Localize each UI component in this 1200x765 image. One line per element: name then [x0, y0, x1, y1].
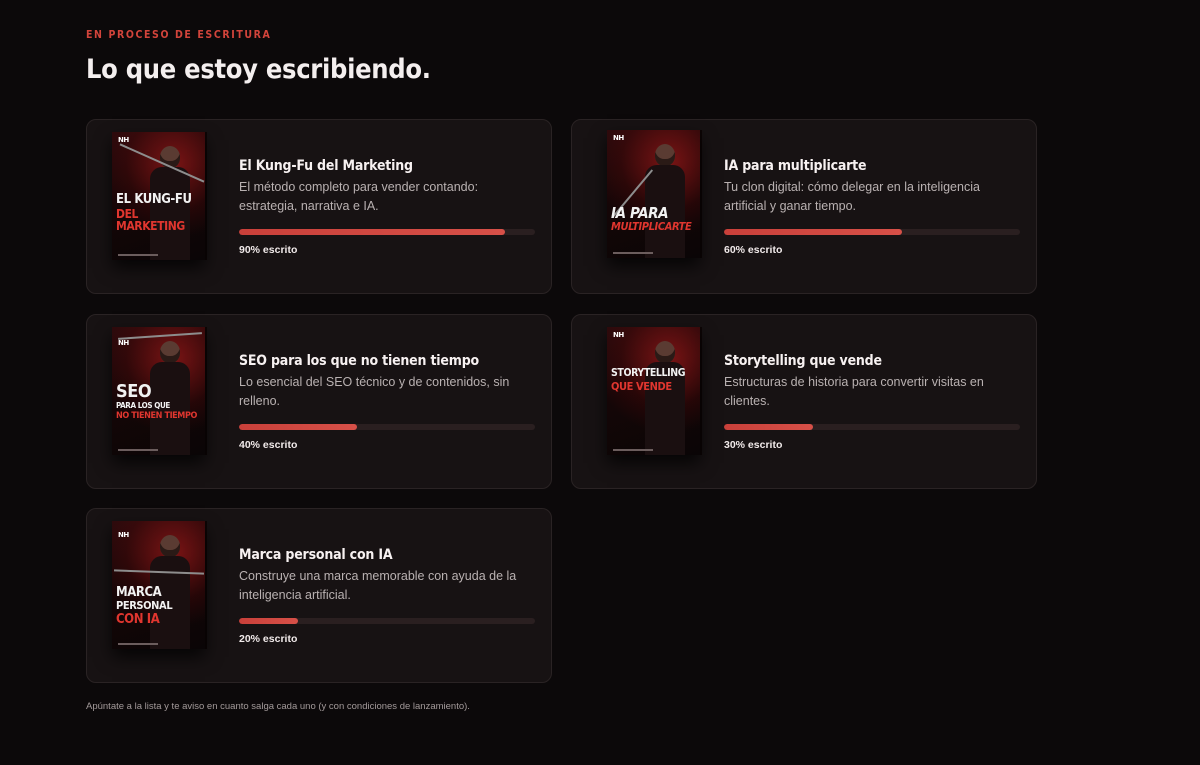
- progress-fill: [724, 424, 813, 430]
- cover-brand-logo: NH: [613, 134, 624, 142]
- cover-brand-logo: NH: [613, 331, 624, 339]
- book-title: SEO para los que no tienen tiempo: [239, 353, 479, 369]
- progress-fill: [239, 618, 299, 624]
- book-card: NH IA PARA MULTIPLICARTE IA para multipl…: [571, 119, 1037, 294]
- book-card: NH STORYTELLING QUE VENDE Storytelling q…: [571, 314, 1037, 489]
- progress-bar: [239, 424, 535, 430]
- cover-brand-logo: NH: [118, 136, 129, 144]
- progress-fill: [724, 229, 902, 235]
- progress-label: 20% escrito: [239, 633, 298, 645]
- section-eyebrow: EN PROCESO DE ESCRITURA: [86, 29, 272, 41]
- book-title: Storytelling que vende: [724, 353, 882, 369]
- section-title: Lo que estoy escribiendo.: [86, 54, 431, 85]
- book-cover-image: NH IA PARA MULTIPLICARTE: [607, 130, 700, 258]
- book-title: IA para multiplicarte: [724, 158, 867, 174]
- cover-brand-logo: NH: [118, 531, 129, 539]
- progress-bar: [239, 229, 535, 235]
- book-cover-image: NH STORYTELLING QUE VENDE: [607, 327, 700, 455]
- book-title: Marca personal con IA: [239, 547, 393, 563]
- book-card: NH MARCA PERSONAL CON IA Marca personal …: [86, 508, 552, 683]
- progress-label: 90% escrito: [239, 244, 298, 256]
- book-title: El Kung-Fu del Marketing: [239, 158, 413, 174]
- book-cover-image: NH SEO PARA LOS QUE NO TIENEN TIEMPO: [112, 327, 205, 455]
- progress-label: 40% escrito: [239, 439, 298, 451]
- book-card: NH EL KUNG-FU DEL MARKETING El Kung-Fu d…: [86, 119, 552, 294]
- book-cover-image: NH EL KUNG-FU DEL MARKETING: [112, 132, 205, 260]
- progress-bar: [724, 229, 1020, 235]
- cover-brand-logo: NH: [118, 339, 129, 347]
- progress-fill: [239, 229, 506, 235]
- book-description: El método completo para vender contando:…: [239, 180, 479, 213]
- book-description: Tu clon digital: cómo delegar en la inte…: [724, 180, 980, 213]
- progress-bar: [724, 424, 1020, 430]
- progress-fill: [239, 424, 358, 430]
- book-description: Estructuras de historia para convertir v…: [724, 375, 984, 408]
- book-cover-image: NH MARCA PERSONAL CON IA: [112, 521, 205, 649]
- book-card: NH SEO PARA LOS QUE NO TIENEN TIEMPO SEO…: [86, 314, 552, 489]
- book-description: Lo esencial del SEO técnico y de conteni…: [239, 375, 510, 408]
- progress-bar: [239, 618, 535, 624]
- footer-note: Apúntate a la lista y te aviso en cuanto…: [86, 701, 470, 712]
- progress-label: 60% escrito: [724, 244, 783, 256]
- book-description: Construye una marca memorable con ayuda …: [239, 569, 517, 602]
- progress-label: 30% escrito: [724, 439, 783, 451]
